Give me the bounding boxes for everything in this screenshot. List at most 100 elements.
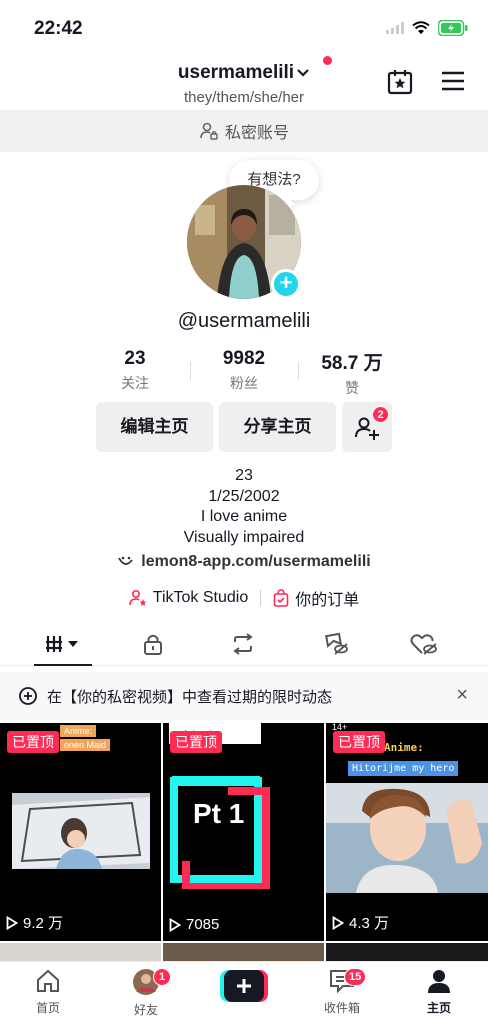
view-count-value: 9.2 万	[23, 915, 64, 932]
close-icon[interactable]: ×	[456, 684, 468, 707]
nav-friends-label: 好友	[133, 1003, 158, 1017]
studio-icon	[128, 589, 147, 606]
pinned-badge: 已置顶	[170, 731, 222, 753]
view-count: 7085	[169, 916, 219, 933]
pinned-badge: 已置顶	[333, 731, 385, 753]
add-circle-icon	[19, 687, 37, 705]
friends-badge: 1	[153, 968, 171, 986]
nav-home[interactable]: 首页	[13, 968, 83, 1016]
friends-request-badge: 2	[372, 406, 389, 423]
stat-followers[interactable]: 9982 粉丝	[189, 348, 299, 393]
video-thumbnail-partial[interactable]	[326, 943, 488, 961]
grid-icon	[46, 636, 78, 652]
video-thumbnail-partial[interactable]	[163, 943, 324, 961]
notification-dot	[323, 56, 332, 65]
tab-reposts[interactable]	[223, 630, 263, 658]
calendar-star-icon[interactable]	[386, 68, 414, 101]
edit-profile-button[interactable]: 编辑主页	[96, 402, 213, 452]
nav-home-label: 首页	[35, 1001, 60, 1015]
creator-links: TikTok Studio 你的订单	[0, 586, 488, 610]
stat-followers-value: 9982	[222, 348, 266, 369]
stat-following[interactable]: 23 关注	[80, 348, 190, 393]
view-count-value: 7085	[186, 916, 220, 933]
tab-saved[interactable]	[316, 630, 356, 658]
profile-handle: @usermamelili	[177, 310, 311, 332]
bio-line: Visually impaired	[183, 528, 305, 546]
nav-profile-label: 主页	[426, 1001, 451, 1015]
stat-likes-label: 赞	[345, 380, 359, 396]
add-story-button[interactable]: +	[271, 269, 301, 299]
shopping-bag-icon	[273, 589, 289, 607]
bio-link[interactable]: lemon8-app.com/usermamelili	[0, 553, 488, 571]
banner-text: 在【你的私密视频】中查看过期的限时动态	[47, 688, 333, 706]
avatar-container[interactable]: +	[187, 185, 301, 299]
play-icon	[169, 917, 181, 932]
heart-hidden-icon	[410, 634, 437, 655]
bottom-navigation: 首页 好友 1 收件箱 15 主页	[0, 961, 488, 1026]
content-tabs	[0, 624, 488, 666]
chevron-down-icon	[296, 62, 310, 84]
tab-videos[interactable]	[40, 630, 86, 658]
view-count: 9.2 万	[6, 912, 63, 933]
nav-inbox-label: 收件箱	[323, 1001, 360, 1015]
video-thumbnail[interactable]: and given is Pt 1 已置顶 7085	[163, 723, 324, 941]
bio-link-text: lemon8-app.com/usermamelili	[141, 553, 371, 570]
status-icons	[386, 20, 468, 36]
stat-likes-value: 58.7 万	[321, 353, 383, 374]
divider	[260, 590, 262, 606]
bio-line: 23	[235, 467, 253, 484]
stat-likes[interactable]: 58.7 万 赞	[297, 348, 407, 398]
battery-icon	[438, 20, 468, 36]
account-switcher[interactable]: usermamelili	[0, 62, 488, 84]
video-grid: Anime: onen Maid 已置顶 9.2 万 and given is …	[0, 723, 488, 961]
stat-following-value: 23	[124, 348, 146, 369]
nav-profile[interactable]: 主页	[404, 968, 474, 1016]
wifi-icon	[412, 21, 430, 34]
private-account-label: 私密账号	[224, 125, 289, 142]
view-count: 4.3 万	[332, 912, 389, 933]
studio-link[interactable]: TikTok Studio	[153, 589, 248, 607]
lock-icon	[144, 634, 162, 655]
expired-stories-banner[interactable]: 在【你的私密视频】中查看过期的限时动态 ×	[0, 672, 488, 720]
video-thumbnail-partial[interactable]	[0, 943, 161, 961]
pinned-badge: 已置顶	[7, 731, 59, 753]
create-icon	[220, 970, 268, 1002]
status-time: 22:42	[34, 18, 83, 39]
profile-header: usermamelili they/them/she/her	[0, 56, 488, 112]
nav-friends[interactable]: 好友 1	[111, 968, 181, 1018]
repost-icon	[233, 633, 253, 655]
bio-line: 1/25/2002	[208, 487, 280, 505]
bio-line: I love anime	[200, 508, 288, 525]
play-icon	[332, 915, 344, 930]
video-big-text: Pt 1	[193, 798, 245, 829]
create-button[interactable]	[220, 970, 268, 1002]
stat-followers-label: 粉丝	[230, 375, 258, 391]
add-friends-button[interactable]: 2	[342, 402, 392, 452]
video-thumbnail[interactable]: Anime: onen Maid 已置顶 9.2 万	[0, 723, 161, 941]
stat-following-label: 关注	[121, 375, 149, 391]
profile-stats: 23 关注 9982 粉丝 58.7 万 赞	[0, 348, 488, 398]
play-icon	[6, 915, 18, 930]
link-icon	[118, 556, 134, 565]
menu-icon[interactable]	[440, 70, 466, 97]
video-scene	[12, 793, 150, 869]
nav-inbox[interactable]: 收件箱 15	[307, 968, 377, 1016]
profile-actions: 编辑主页 分享主页 2	[0, 402, 488, 452]
status-bar: 22:42	[0, 0, 488, 56]
signal-icon	[386, 22, 404, 34]
lock-user-icon	[200, 122, 218, 140]
private-account-bar: 私密账号	[0, 110, 488, 152]
video-thumbnail[interactable]: 14+ Anime: Hitorijme my hero 已置顶 4.3 万	[326, 723, 488, 941]
tab-liked[interactable]	[404, 630, 444, 658]
video-scene	[326, 783, 488, 893]
video-overlay-text: Anime:	[384, 741, 424, 754]
home-icon	[37, 969, 59, 992]
pronouns: they/them/she/her	[183, 89, 305, 106]
inbox-badge: 15	[344, 968, 367, 986]
bookmark-hidden-icon	[325, 632, 348, 655]
share-profile-button[interactable]: 分享主页	[219, 402, 336, 452]
tab-private[interactable]	[133, 630, 173, 658]
view-count-value: 4.3 万	[349, 915, 390, 932]
profile-icon	[428, 970, 450, 993]
orders-link[interactable]: 你的订单	[295, 586, 359, 610]
